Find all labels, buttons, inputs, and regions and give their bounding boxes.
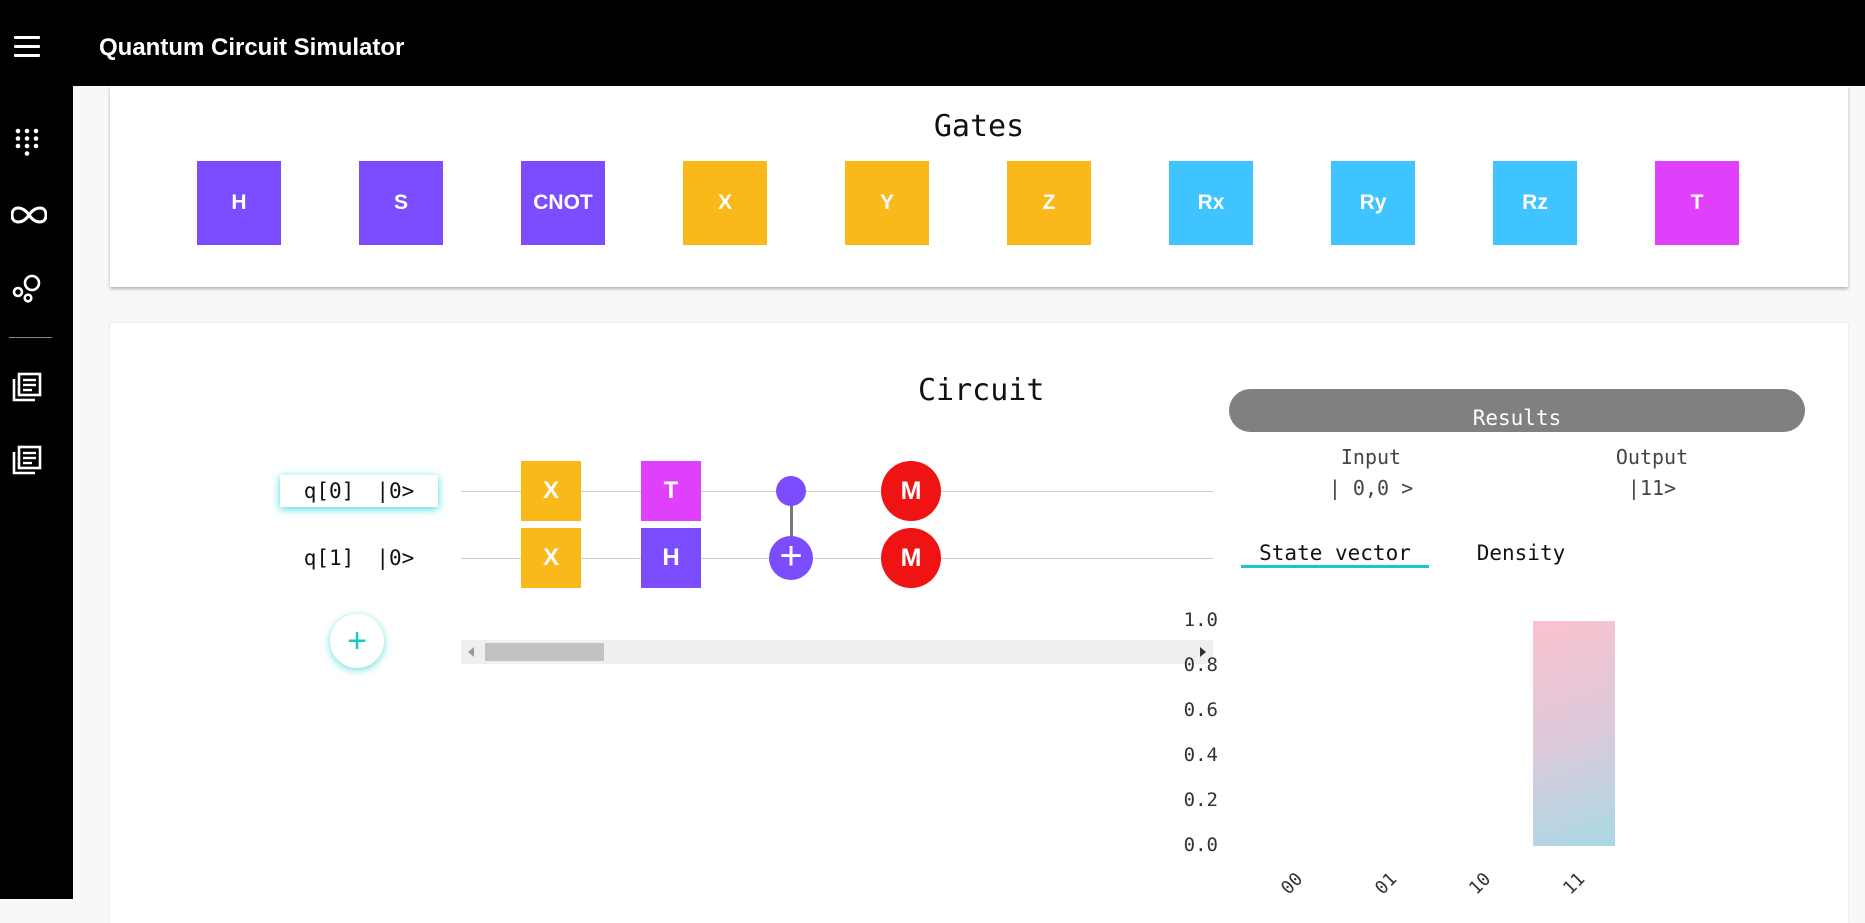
dialpad-icon[interactable] — [11, 126, 43, 158]
qubit-name: q[0] — [303, 479, 355, 503]
circuit-gate-x[interactable]: X — [521, 461, 581, 521]
y-tick-label: 0.4 — [1183, 744, 1218, 766]
gate-cnot[interactable]: CNOT — [521, 161, 605, 245]
measure-gate[interactable]: M — [881, 528, 941, 588]
output-value: |11> — [1627, 476, 1677, 500]
library-books-icon[interactable] — [11, 371, 43, 403]
input-value: | 0,0 > — [1328, 476, 1414, 500]
gate-z[interactable]: Z — [1007, 161, 1091, 245]
measure-gate[interactable]: M — [881, 461, 941, 521]
x-tick-label: 01 — [1371, 868, 1402, 899]
x-tick-label: 00 — [1277, 868, 1308, 899]
y-tick-label: 0.2 — [1183, 789, 1218, 811]
qubit-label-0[interactable]: q[0] |0> — [280, 475, 438, 507]
library-books-icon[interactable] — [11, 444, 43, 476]
app-bar: Quantum Circuit Simulator — [0, 0, 1865, 86]
scroll-left-arrow[interactable] — [468, 647, 474, 657]
y-tick-label: 1.0 — [1183, 609, 1218, 631]
circuit-gate-x[interactable]: X — [521, 528, 581, 588]
qubit-state: |0> — [376, 546, 415, 570]
qubit-label-1[interactable]: q[1] |0> — [280, 542, 438, 574]
circuit-gate-t[interactable]: T — [641, 461, 701, 521]
y-tick-label: 0.0 — [1183, 834, 1218, 856]
gate-rx[interactable]: Rx — [1169, 161, 1253, 245]
gate-h[interactable]: H — [197, 161, 281, 245]
gate-s[interactable]: S — [359, 161, 443, 245]
sidebar-divider — [9, 337, 52, 338]
scrollbar-thumb[interactable] — [485, 643, 604, 661]
bubbles-icon[interactable] — [11, 272, 43, 304]
gate-x[interactable]: X — [683, 161, 767, 245]
circuit-title: Circuit — [918, 373, 1045, 408]
gate-ry[interactable]: Ry — [1331, 161, 1415, 245]
tab-active-indicator — [1241, 565, 1429, 568]
circuit-scrollbar[interactable] — [461, 640, 1213, 664]
qubit-name: q[1] — [303, 546, 355, 570]
input-label: Input — [1340, 445, 1402, 469]
cnot-control[interactable] — [776, 476, 806, 506]
qubit-state: |0> — [376, 479, 415, 503]
y-tick-label: 0.8 — [1183, 654, 1218, 676]
circuit-gate-h[interactable]: H — [641, 528, 701, 588]
gate-t[interactable]: T — [1655, 161, 1739, 245]
gates-panel: Gates H S CNOT X Y Z Rx Ry Rz T — [110, 86, 1848, 287]
x-tick-label: 10 — [1465, 868, 1496, 899]
output-label: Output — [1615, 445, 1689, 469]
bar-11 — [1533, 621, 1615, 846]
sidebar — [0, 86, 73, 899]
x-tick-label: 11 — [1559, 868, 1590, 899]
add-qubit-button[interactable]: + — [330, 614, 384, 668]
circuit-panel: Circuit q[0] |0> q[1] |0> X T M X H + M … — [110, 323, 1848, 923]
gate-y[interactable]: Y — [845, 161, 929, 245]
infinity-icon[interactable] — [10, 199, 48, 231]
cnot-target[interactable]: + — [769, 536, 813, 580]
results-header[interactable]: Results — [1229, 389, 1805, 432]
menu-icon[interactable] — [12, 36, 42, 58]
tab-state-vector[interactable]: State vector — [1241, 541, 1429, 565]
tab-density[interactable]: Density — [1446, 541, 1596, 565]
gate-rz[interactable]: Rz — [1493, 161, 1577, 245]
app-title: Quantum Circuit Simulator — [99, 34, 405, 61]
gates-title: Gates — [933, 109, 1025, 144]
y-tick-label: 0.6 — [1183, 699, 1218, 721]
